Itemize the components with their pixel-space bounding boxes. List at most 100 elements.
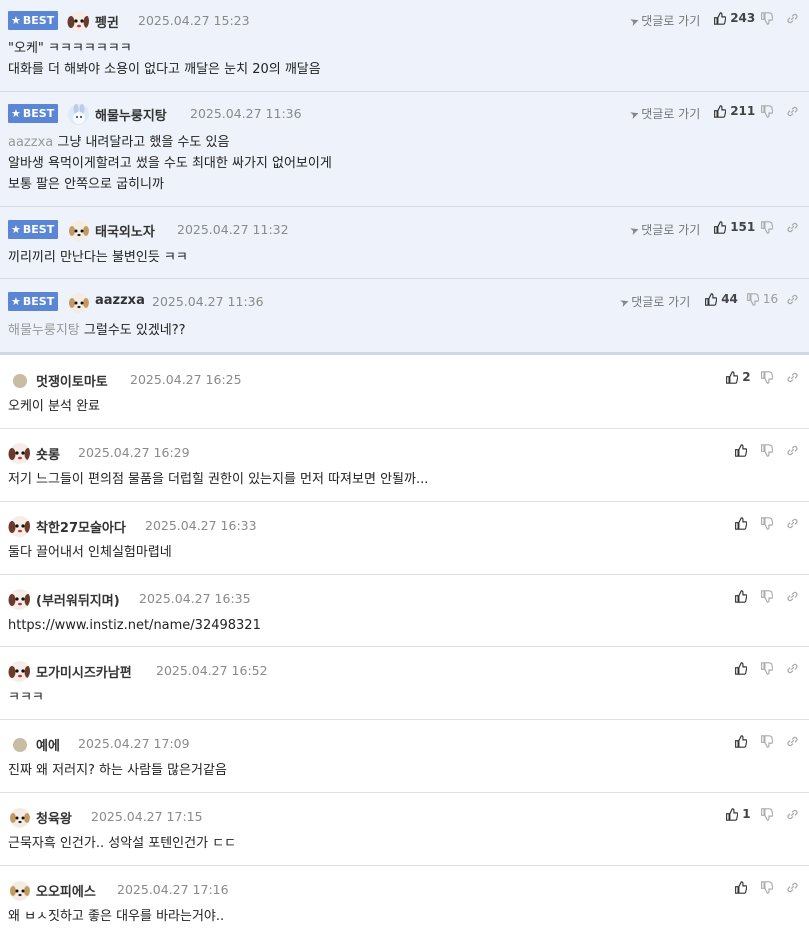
like-button[interactable]	[734, 589, 748, 603]
nickname[interactable]: 펭귄	[95, 12, 119, 31]
like-button[interactable]: 44	[704, 292, 738, 306]
go-to-reply-link[interactable]: ➤댓글로 가기	[628, 221, 700, 238]
dislike-button[interactable]: 16	[746, 292, 778, 306]
dislike-button[interactable]	[760, 11, 774, 25]
dog-avatar-icon[interactable]	[67, 10, 89, 32]
like-button[interactable]	[734, 880, 748, 894]
thumb-down-icon	[760, 11, 774, 25]
thumb-up-icon	[734, 516, 748, 530]
comment-body: 근묵자흑 인건가.. 성악설 포텐인건가 ㄷㄷ	[8, 836, 237, 851]
best-comment: ★ BEST aazzxa 2025.04.27 11:36 ➤댓글로 가기 44…	[0, 279, 809, 355]
like-button[interactable]	[734, 734, 748, 748]
link-icon[interactable]	[786, 220, 799, 235]
thumb-up-icon	[734, 880, 748, 894]
nickname[interactable]: 숏롱	[36, 444, 60, 463]
link-icon[interactable]	[786, 292, 799, 307]
link-icon[interactable]	[786, 370, 799, 385]
like-button[interactable]	[734, 516, 748, 530]
dislike-button[interactable]	[760, 104, 774, 118]
like-count: 44	[721, 292, 738, 306]
nickname[interactable]: 태국외노자	[95, 221, 155, 240]
nickname[interactable]: 예에	[36, 735, 60, 754]
like-button[interactable]	[734, 443, 748, 457]
go-to-reply-link[interactable]: ➤댓글로 가기	[628, 105, 700, 122]
comment-body: 해물누룽지탕 그럴수도 있겠네??	[8, 323, 186, 338]
dog-avatar-icon[interactable]	[8, 442, 30, 464]
thumb-down-icon	[760, 880, 774, 894]
dislike-button[interactable]	[760, 443, 774, 457]
link-icon[interactable]	[786, 11, 799, 26]
like-button[interactable]: 151	[713, 220, 755, 234]
nickname[interactable]: aazzxa	[95, 293, 145, 308]
go-to-reply-link[interactable]: ➤댓글로 가기	[618, 293, 690, 311]
star-icon: ★	[11, 14, 21, 27]
dislike-button[interactable]	[760, 589, 774, 603]
dislike-button[interactable]	[760, 807, 774, 821]
like-count: 2	[742, 370, 751, 384]
dislike-button[interactable]	[760, 220, 774, 234]
go-to-reply-link[interactable]: ➤댓글로 가기	[628, 12, 700, 30]
nickname[interactable]: (부러워뒤지며)	[36, 590, 120, 609]
nickname[interactable]: 해물누룽지탕	[95, 105, 167, 124]
dot-avatar-icon[interactable]	[13, 374, 27, 388]
comment-body: 오케이 분석 완료	[8, 399, 100, 414]
nickname[interactable]: 모가미시즈카남편	[36, 662, 132, 681]
dislike-button[interactable]	[760, 880, 774, 894]
comment-body: 둘다 끌어내서 인체실험마렵네	[8, 545, 172, 560]
comment: (부러워뒤지며) 2025.04.27 16:35 https://www.in…	[0, 575, 809, 647]
link-icon[interactable]	[786, 807, 799, 822]
link-icon[interactable]	[786, 104, 799, 119]
mention-tag[interactable]: 해물누룽지탕	[8, 323, 80, 338]
like-button[interactable]	[734, 661, 748, 675]
dislike-button[interactable]	[760, 370, 774, 384]
best-badge: ★ BEST	[8, 292, 58, 311]
link-icon[interactable]	[786, 516, 799, 531]
dog-avatar-icon[interactable]	[8, 515, 30, 537]
thumb-down-icon	[760, 516, 774, 530]
dog-avatar-icon[interactable]	[8, 806, 30, 828]
nickname[interactable]: 멋쟁이토마토	[36, 371, 108, 390]
star-icon: ★	[11, 223, 21, 236]
thumb-down-icon	[760, 807, 774, 821]
nickname[interactable]: 청육왕	[36, 808, 72, 827]
dog-avatar-icon[interactable]	[8, 588, 30, 610]
link-icon[interactable]	[786, 589, 799, 604]
comment: 오오피에스 2025.04.27 17:16 왜 ㅂㅅ짓하고 좋은 대우를 바라…	[0, 866, 809, 933]
link-icon[interactable]	[786, 661, 799, 676]
comment-list: ★ BEST 펭귄 2025.04.27 15:23 ➤댓글로 가기 243 "오…	[0, 0, 809, 933]
dislike-button[interactable]	[760, 516, 774, 530]
comment-date: 2025.04.27 17:16	[117, 882, 229, 897]
dog-avatar-icon[interactable]	[8, 879, 30, 901]
best-comment: ★ BEST 펭귄 2025.04.27 15:23 ➤댓글로 가기 243 "오…	[0, 0, 809, 92]
link-icon[interactable]	[786, 443, 799, 458]
dislike-button[interactable]	[760, 661, 774, 675]
comment-date: 2025.04.27 15:23	[138, 13, 250, 28]
dog-avatar-icon[interactable]	[8, 660, 30, 682]
like-button[interactable]: 211	[713, 104, 755, 118]
comment-date: 2025.04.27 17:15	[91, 809, 203, 824]
dot-avatar-icon[interactable]	[13, 738, 27, 752]
comment: 모가미시즈카남편 2025.04.27 16:52 ㅋㅋㅋ	[0, 647, 809, 720]
like-button[interactable]: 243	[713, 11, 755, 25]
mention-tag[interactable]: aazzxa	[8, 135, 53, 150]
link-icon[interactable]	[786, 734, 799, 749]
nickname[interactable]: 착한27모술아다	[36, 517, 126, 536]
comment-date: 2025.04.27 16:35	[139, 591, 251, 606]
comment: 착한27모술아다 2025.04.27 16:33 둘다 끌어내서 인체실험마렵…	[0, 502, 809, 575]
thumb-down-icon	[760, 661, 774, 675]
thumb-up-icon	[713, 11, 727, 25]
send-arrow-icon: ➤	[618, 294, 632, 311]
bunny-avatar-icon[interactable]	[67, 103, 89, 125]
dog-avatar-icon[interactable]	[67, 291, 89, 313]
dislike-button[interactable]	[760, 734, 774, 748]
comment-body: ㅋㅋㅋ	[8, 690, 44, 705]
thumb-down-icon	[746, 292, 760, 306]
comment-body: "오케" ㅋㅋㅋㅋㅋㅋㅋ 대화를 더 해봐야 소용이 없다고 깨달은 눈치 20…	[8, 41, 321, 77]
send-arrow-icon: ➤	[628, 13, 642, 30]
like-button[interactable]: 2	[725, 370, 751, 384]
nickname[interactable]: 오오피에스	[36, 881, 96, 900]
dog-avatar-icon[interactable]	[67, 219, 89, 241]
comment-link[interactable]: https://www.instiz.net/name/32498321	[8, 615, 261, 636]
link-icon[interactable]	[786, 880, 799, 895]
like-button[interactable]: 1	[725, 807, 751, 821]
